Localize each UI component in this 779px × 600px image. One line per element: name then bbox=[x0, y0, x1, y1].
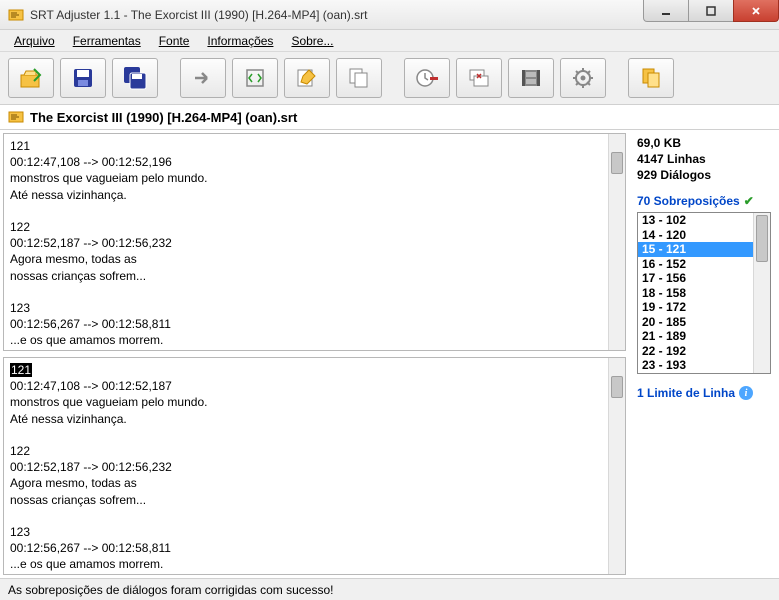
overlap-item[interactable]: 15 - 121 bbox=[638, 242, 770, 257]
open-icon bbox=[18, 65, 44, 91]
overlap-item[interactable]: 13 - 102 bbox=[638, 213, 770, 228]
titlebar: SRT Adjuster 1.1 - The Exorcist III (199… bbox=[0, 0, 779, 30]
shift-button[interactable] bbox=[180, 58, 226, 98]
film-icon bbox=[519, 66, 543, 90]
time-minus-button[interactable] bbox=[404, 58, 450, 98]
overlap-item[interactable]: 22 - 192 bbox=[638, 344, 770, 359]
menu-arquivo[interactable]: Arquivo bbox=[8, 32, 61, 50]
file-name: The Exorcist III (1990) [H.264-MP4] (oan… bbox=[30, 110, 297, 125]
file-header: The Exorcist III (1990) [H.264-MP4] (oan… bbox=[0, 105, 779, 130]
clock-minus-icon bbox=[415, 66, 439, 90]
maximize-button[interactable] bbox=[688, 0, 734, 22]
overlap-item[interactable]: 18 - 158 bbox=[638, 286, 770, 301]
editor-column: 121 00:12:47,108 --> 00:12:52,196 monstr… bbox=[0, 130, 629, 578]
scrollbar[interactable] bbox=[608, 358, 625, 574]
overlaps-label: 70 Sobreposições bbox=[637, 194, 740, 208]
overlap-item[interactable]: 16 - 152 bbox=[638, 257, 770, 272]
adjusted-pane[interactable]: 121 00:12:47,108 --> 00:12:52,187 monstr… bbox=[3, 357, 626, 575]
info-icon: i bbox=[739, 386, 753, 400]
status-bar: As sobreposições de diálogos foram corri… bbox=[0, 578, 779, 600]
menu-ferramentas[interactable]: Ferramentas bbox=[67, 32, 147, 50]
scrollbar[interactable] bbox=[608, 134, 625, 350]
compare-button[interactable] bbox=[628, 58, 674, 98]
overlap-icon bbox=[467, 66, 491, 90]
overlap-item[interactable]: 23 - 193 bbox=[638, 358, 770, 373]
minimize-button[interactable] bbox=[643, 0, 689, 22]
status-text: As sobreposições de diálogos foram corri… bbox=[8, 583, 334, 597]
gear-icon bbox=[571, 66, 595, 90]
edit-icon bbox=[295, 66, 319, 90]
main-area: 121 00:12:47,108 --> 00:12:52,196 monstr… bbox=[0, 130, 779, 578]
copy-icon bbox=[347, 66, 371, 90]
adjusted-text[interactable]: 121 00:12:47,108 --> 00:12:52,187 monstr… bbox=[4, 358, 625, 575]
original-text[interactable]: 121 00:12:47,108 --> 00:12:52,196 monstr… bbox=[4, 134, 625, 351]
sync-button[interactable] bbox=[232, 58, 278, 98]
overlap-item[interactable]: 20 - 185 bbox=[638, 315, 770, 330]
scrollbar[interactable] bbox=[753, 213, 770, 373]
linelimit-title: 1 Limite de Linha i bbox=[637, 386, 771, 400]
settings-button[interactable] bbox=[560, 58, 606, 98]
arrow-right-icon bbox=[191, 66, 215, 90]
overlap-item[interactable]: 17 - 156 bbox=[638, 271, 770, 286]
linelimit-label: 1 Limite de Linha bbox=[637, 386, 735, 400]
window-title: SRT Adjuster 1.1 - The Exorcist III (199… bbox=[30, 8, 367, 22]
menu-sobre[interactable]: Sobre... bbox=[285, 32, 339, 50]
open-button[interactable] bbox=[8, 58, 54, 98]
menubar: Arquivo Ferramentas Fonte Informações So… bbox=[0, 30, 779, 52]
file-size: 69,0 KB bbox=[637, 136, 771, 150]
menu-informacoes[interactable]: Informações bbox=[201, 32, 279, 50]
overlaps-list[interactable]: 13 - 10214 - 12015 - 12116 - 15217 - 156… bbox=[637, 212, 771, 374]
dialog-count: 929 Diálogos bbox=[637, 168, 771, 182]
window-controls bbox=[644, 0, 779, 22]
overlaps-title: 70 Sobreposições ✔ bbox=[637, 194, 771, 208]
overlap-item[interactable]: 19 - 172 bbox=[638, 300, 770, 315]
save-button[interactable] bbox=[60, 58, 106, 98]
overlap-item[interactable]: 14 - 120 bbox=[638, 228, 770, 243]
documents-icon bbox=[639, 66, 663, 90]
toolbar bbox=[0, 52, 779, 105]
sync-icon bbox=[243, 66, 267, 90]
video-button[interactable] bbox=[508, 58, 554, 98]
check-icon: ✔ bbox=[744, 194, 754, 208]
fix-overlaps-button[interactable] bbox=[456, 58, 502, 98]
srt-file-icon bbox=[8, 109, 24, 125]
menu-fonte[interactable]: Fonte bbox=[153, 32, 196, 50]
info-column: 69,0 KB 4147 Linhas 929 Diálogos 70 Sobr… bbox=[629, 130, 779, 578]
save-icon bbox=[71, 66, 95, 90]
overlap-item[interactable]: 21 - 189 bbox=[638, 329, 770, 344]
app-icon bbox=[8, 7, 24, 23]
save-all-button[interactable] bbox=[112, 58, 158, 98]
original-pane[interactable]: 121 00:12:47,108 --> 00:12:52,196 monstr… bbox=[3, 133, 626, 351]
edit-button[interactable] bbox=[284, 58, 330, 98]
copy-button[interactable] bbox=[336, 58, 382, 98]
save-all-icon bbox=[122, 65, 148, 91]
close-button[interactable] bbox=[733, 0, 779, 22]
line-count: 4147 Linhas bbox=[637, 152, 771, 166]
